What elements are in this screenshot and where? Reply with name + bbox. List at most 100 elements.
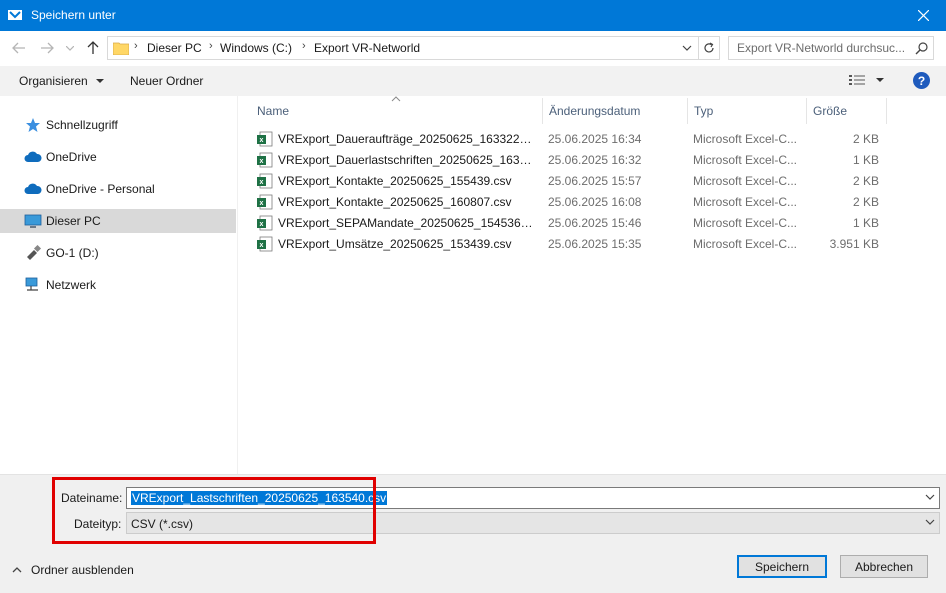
recent-locations-button[interactable] <box>64 39 76 57</box>
excel-csv-icon: x <box>257 236 273 252</box>
file-size: 3.951 KB <box>829 237 879 251</box>
file-type: Microsoft Excel-C... <box>693 132 798 146</box>
computer-icon <box>24 214 42 228</box>
breadcrumb-export-folder[interactable]: Export VR-Networld <box>314 41 420 55</box>
search-icon <box>915 42 928 55</box>
help-button[interactable]: ? <box>913 72 930 89</box>
cloud-icon <box>24 183 42 194</box>
column-divider[interactable] <box>886 98 887 124</box>
column-divider[interactable] <box>542 98 543 124</box>
address-bar[interactable]: › Dieser PC › Windows (C:) › Export VR-N… <box>107 36 699 60</box>
column-divider[interactable] <box>806 98 807 124</box>
file-date: 25.06.2025 15:57 <box>548 174 642 188</box>
column-header-size[interactable]: Größe <box>813 104 847 118</box>
file-list: Name Änderungsdatum Typ Größe x VRExport… <box>239 96 946 474</box>
arrow-up-icon <box>87 41 99 54</box>
close-icon <box>917 10 929 21</box>
chevron-down-icon <box>66 45 74 51</box>
sidebar-item-label: OneDrive <box>46 150 97 164</box>
file-type: Microsoft Excel-C... <box>693 237 798 251</box>
svg-text:x: x <box>260 221 264 228</box>
cancel-button[interactable]: Abbrechen <box>840 555 928 578</box>
chevron-down-icon[interactable] <box>925 493 935 501</box>
close-button[interactable] <box>900 0 946 31</box>
excel-csv-icon: x <box>257 152 273 168</box>
sidebar-item-onedrive-personal[interactable]: OneDrive - Personal <box>0 177 236 201</box>
search-input[interactable]: Export VR-Networld durchsuc... <box>728 36 934 60</box>
file-row[interactable]: x VRExport_SEPAMandate_20250625_154536.c… <box>253 212 879 233</box>
file-size: 2 KB <box>852 174 879 188</box>
file-date: 25.06.2025 16:08 <box>548 195 642 209</box>
sidebar-item-label: OneDrive - Personal <box>46 182 155 196</box>
column-divider[interactable] <box>687 98 688 124</box>
sidebar-item-schnellzugriff[interactable]: Schnellzugriff <box>0 113 236 137</box>
caret-down-icon <box>876 78 885 82</box>
file-name: VRExport_Kontakte_20250625_160807.csv <box>278 195 512 209</box>
file-name: VRExport_Umsätze_20250625_153439.csv <box>278 237 512 251</box>
sidebar-item-go1-drive[interactable]: GO-1 (D:) <box>0 241 236 265</box>
file-date: 25.06.2025 16:34 <box>548 132 642 146</box>
highlight-annotation-box <box>52 477 376 544</box>
column-header-date[interactable]: Änderungsdatum <box>549 104 640 118</box>
file-name: VRExport_SEPAMandate_20250625_154536.csv <box>278 216 534 230</box>
help-icon: ? <box>917 73 926 88</box>
file-name: VRExport_Daueraufträge_20250625_163322.c… <box>278 132 534 146</box>
file-row[interactable]: x VRExport_Umsätze_20250625_153439.csv 2… <box>253 233 879 254</box>
save-button[interactable]: Speichern <box>737 555 827 578</box>
breadcrumb-separator: › <box>134 40 138 52</box>
file-name: VRExport_Dauerlastschriften_20250625_163… <box>278 153 534 167</box>
sidebar-item-label: Schnellzugriff <box>46 118 118 132</box>
network-icon <box>25 277 38 291</box>
new-folder-button[interactable]: Neuer Ordner <box>130 74 203 88</box>
back-button[interactable] <box>10 39 28 57</box>
organize-button[interactable]: Organisieren <box>19 74 105 88</box>
view-options-button[interactable] <box>849 74 885 89</box>
breadcrumb-dieser-pc[interactable]: Dieser PC <box>147 41 202 55</box>
hide-folders-label: Ordner ausblenden <box>31 563 134 577</box>
svg-text:x: x <box>260 242 264 249</box>
save-form: Dateiname: VRExport_Lastschriften_202506… <box>0 474 946 593</box>
svg-text:x: x <box>260 179 264 186</box>
forward-button[interactable] <box>38 39 56 57</box>
folder-icon <box>113 42 129 55</box>
file-row[interactable]: x VRExport_Dauerlastschriften_20250625_1… <box>253 149 879 170</box>
up-button[interactable] <box>84 39 102 57</box>
file-date: 25.06.2025 15:35 <box>548 237 642 251</box>
file-size: 2 KB <box>852 132 879 146</box>
refresh-icon <box>704 42 714 53</box>
sidebar-item-label: GO-1 (D:) <box>46 246 99 260</box>
organize-label: Organisieren <box>19 74 88 88</box>
sort-ascending-icon <box>391 96 401 102</box>
search-placeholder: Export VR-Networld durchsuc... <box>737 41 906 55</box>
sidebar-item-label: Dieser PC <box>46 214 101 228</box>
sidebar-item-onedrive[interactable]: OneDrive <box>0 145 236 169</box>
refresh-button[interactable] <box>699 36 720 60</box>
file-row[interactable]: x VRExport_Kontakte_20250625_155439.csv … <box>253 170 879 191</box>
chevron-down-icon[interactable] <box>682 41 692 55</box>
excel-csv-icon: x <box>257 194 273 210</box>
file-date: 25.06.2025 15:46 <box>548 216 642 230</box>
svg-text:x: x <box>260 137 264 144</box>
file-row[interactable]: x VRExport_Daueraufträge_20250625_163322… <box>253 128 879 149</box>
file-row[interactable]: x VRExport_Kontakte_20250625_160807.csv … <box>253 191 879 212</box>
star-icon <box>26 118 40 132</box>
navigation-pane: Schnellzugriff OneDrive OneDrive - Perso… <box>0 96 238 474</box>
arrow-left-icon <box>12 42 25 54</box>
app-icon <box>8 10 22 20</box>
column-header-type[interactable]: Typ <box>694 104 713 118</box>
file-name: VRExport_Kontakte_20250625_155439.csv <box>278 174 512 188</box>
file-type: Microsoft Excel-C... <box>693 174 798 188</box>
file-type: Microsoft Excel-C... <box>693 153 798 167</box>
column-header-name[interactable]: Name <box>257 104 289 118</box>
svg-text:x: x <box>260 200 264 207</box>
title-bar: Speichern unter <box>0 0 946 31</box>
sidebar-item-netzwerk[interactable]: Netzwerk <box>0 273 236 297</box>
breadcrumb-windows-c[interactable]: Windows (C:) <box>220 41 292 55</box>
arrow-right-icon <box>41 42 54 54</box>
command-bar: Organisieren Neuer Ordner ? <box>0 66 946 96</box>
chevron-up-icon <box>12 567 22 573</box>
usb-drive-icon <box>27 245 42 260</box>
file-type: Microsoft Excel-C... <box>693 216 798 230</box>
sidebar-item-dieser-pc[interactable]: Dieser PC <box>0 209 236 233</box>
window-title: Speichern unter <box>31 8 116 22</box>
